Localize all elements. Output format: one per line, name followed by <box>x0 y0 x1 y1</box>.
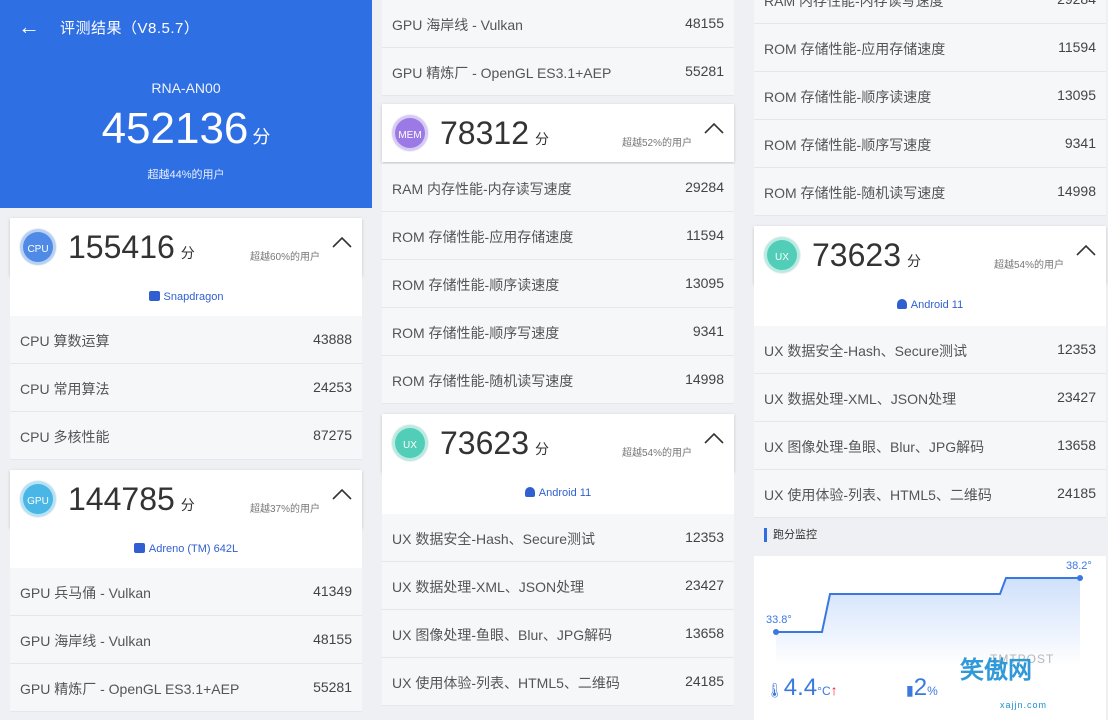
chevron-up-icon[interactable] <box>704 432 724 444</box>
list-item: UX 数据处理-XML、JSON处理 23427 <box>382 562 734 610</box>
list-item: GPU 兵马俑 - Vulkan 41349 <box>10 568 362 616</box>
ux-score-card[interactable]: UX 73623 分 超越54%的用户 <box>382 414 734 472</box>
ux-os-label: Android 11 <box>382 470 734 516</box>
list-item: UX 数据安全-Hash、Secure测试 12353 <box>754 326 1106 374</box>
gpu-badge: GPU <box>20 481 56 517</box>
list-item: ROM 存储性能-顺序写速度 9341 <box>382 308 734 356</box>
list-item: ROM 存储性能-随机读写速度 14998 <box>754 168 1106 216</box>
list-item: CPU 常用算法 24253 <box>10 364 362 412</box>
list-item: RAM 内存性能-内存读写速度29284 <box>754 0 1106 24</box>
mem-badge: MEM <box>392 115 428 151</box>
watermark-logo: 笑傲网 <box>960 657 1032 684</box>
gpu-chip-label: Adreno (TM) 642L <box>10 526 362 572</box>
gpu-beat-text: 超越37%的用户 <box>249 504 320 515</box>
chip-icon <box>148 291 160 301</box>
list-item: ROM 存储性能-顺序读速度 13095 <box>382 260 734 308</box>
page-title: 评测结果（V8.5.7） <box>60 20 200 37</box>
total-beat-text: 超越44%的用户 <box>147 169 225 181</box>
gpu-score-card[interactable]: GPU 144785 分 超越37%的用户 <box>10 470 362 528</box>
temp-end-label: 38.2° <box>1066 560 1092 572</box>
chevron-up-icon[interactable] <box>1076 244 1096 256</box>
temperature-rise: 🌡4.4°C↑ <box>766 674 838 701</box>
ux-badge: UX <box>392 425 428 461</box>
android-icon <box>896 299 907 309</box>
battery-icon: ▮ <box>906 682 914 698</box>
cpu-chip-label: Snapdragon <box>10 274 362 320</box>
list-item: CPU 算数运算 43888 <box>10 316 362 364</box>
watermark-site: xajjn.com <box>1000 700 1048 710</box>
chip-icon <box>133 543 145 553</box>
temperature-start-point <box>773 629 779 635</box>
list-item: UX 数据安全-Hash、Secure测试 12353 <box>382 514 734 562</box>
mem-beat-text: 超越52%的用户 <box>621 138 692 149</box>
thermometer-icon: 🌡 <box>766 682 784 698</box>
chevron-up-icon[interactable] <box>704 122 724 134</box>
mem-score-card[interactable]: MEM 78312 分 超越52%的用户 <box>382 104 734 162</box>
device-model: RNA-AN00 <box>151 80 221 96</box>
chevron-up-icon[interactable] <box>332 488 352 500</box>
list-item: UX 使用体验-列表、HTML5、二维码 24185 <box>382 658 734 706</box>
android-icon <box>524 487 535 497</box>
temperature-monitor-chart: 33.8° 38.2° 🌡4.4°C↑ ▮2% <box>754 556 1106 720</box>
list-item: CPU 多核性能 87275 <box>10 412 362 460</box>
total-score: 452136 分 <box>101 104 271 153</box>
list-item: RAM 内存性能-内存读写速度29284 <box>382 164 734 212</box>
cpu-beat-text: 超越60%的用户 <box>249 252 320 263</box>
ux-score: 73623 分 <box>812 237 921 273</box>
arrow-left-icon[interactable]: ← <box>18 14 40 40</box>
cpu-score-card[interactable]: CPU 155416 分 超越60%的用户 <box>10 218 362 276</box>
list-item: GPU 海岸线 - Vulkan 48155 <box>10 616 362 664</box>
list-item: UX 图像处理-鱼眼、Blur、JPG解码 13658 <box>382 610 734 658</box>
list-item: ROM 存储性能-随机读写速度 14998 <box>382 356 734 404</box>
ux-score-card[interactable]: UX 73623 分 超越54%的用户 <box>754 226 1106 284</box>
ux-os-label: Android 11 <box>754 282 1106 328</box>
mem-score: 78312 分 <box>440 115 549 151</box>
ux-badge: UX <box>764 237 800 273</box>
gpu-score: 144785 分 <box>68 481 195 517</box>
result-header: ← 评测结果（V8.5.7） RNA-AN00 452136 分 超越44%的用户 <box>0 0 372 208</box>
list-item: GPU 精炼厂 - OpenGL ES3.1+AEP 55281 <box>382 48 734 96</box>
monitor-title: 跑分监控 <box>764 528 817 542</box>
list-item: UX 图像处理-鱼眼、Blur、JPG解码 13658 <box>754 422 1106 470</box>
chevron-up-icon[interactable] <box>332 236 352 248</box>
battery-drop: ▮2% <box>906 674 938 701</box>
ux-beat-text: 超越54%的用户 <box>993 260 1064 271</box>
list-item: GPU 海岸线 - Vulkan 48155 <box>382 0 734 48</box>
list-item: UX 使用体验-列表、HTML5、二维码 24185 <box>754 470 1106 518</box>
column-1: ← 评测结果（V8.5.7） RNA-AN00 452136 分 超越44%的用户… <box>0 0 372 720</box>
list-item: ROM 存储性能-顺序读速度 13095 <box>754 72 1106 120</box>
ux-score: 73623 分 <box>440 425 549 461</box>
list-item: ROM 存储性能-应用存储速度 11594 <box>754 24 1106 72</box>
ux-beat-text: 超越54%的用户 <box>621 448 692 459</box>
temperature-end-point <box>1077 575 1083 581</box>
list-item: UX 数据处理-XML、JSON处理 23427 <box>754 374 1106 422</box>
list-item: GPU 精炼厂 - OpenGL ES3.1+AEP 55281 <box>10 664 362 712</box>
temp-start-label: 33.8° <box>766 614 792 626</box>
cpu-score: 155416 分 <box>68 229 195 265</box>
list-item: ROM 存储性能-应用存储速度 11594 <box>382 212 734 260</box>
column-2: GPU 海岸线 - Vulkan 48155 GPU 精炼厂 - OpenGL E… <box>372 0 744 720</box>
list-item: ROM 存储性能-顺序写速度 9341 <box>754 120 1106 168</box>
cpu-badge: CPU <box>20 229 56 265</box>
